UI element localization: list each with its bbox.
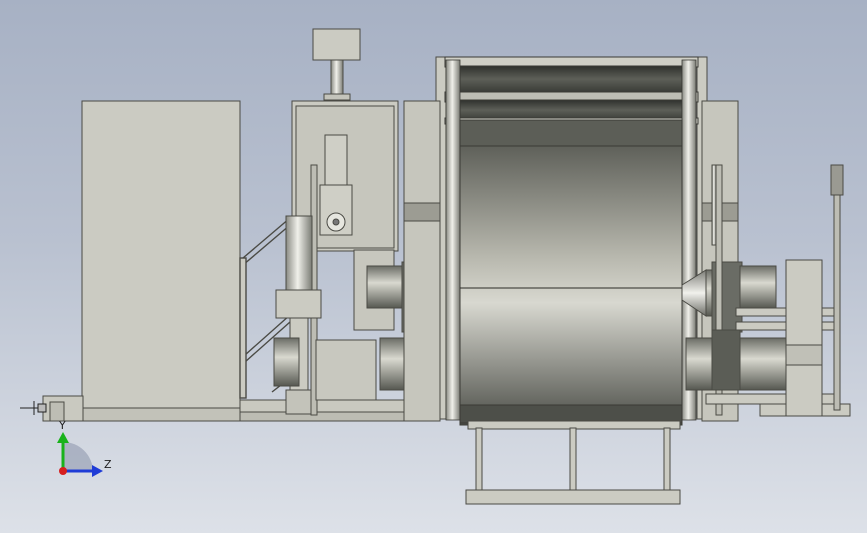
drum-stand: [465, 420, 681, 505]
y-axis-label: Y: [58, 419, 66, 432]
gearbox-right: [685, 329, 787, 391]
main-drum: [459, 119, 683, 426]
z-axis-label: Z: [104, 458, 112, 471]
axis-triad: Y Z: [57, 419, 112, 477]
top-belt-assembly: [444, 56, 699, 125]
alignment-pin: [20, 401, 47, 415]
origin-point: [59, 467, 67, 475]
control-cabinet: [81, 100, 241, 422]
cad-viewport[interactable]: Y Z: [0, 0, 867, 533]
pedestal-right: [785, 164, 844, 417]
